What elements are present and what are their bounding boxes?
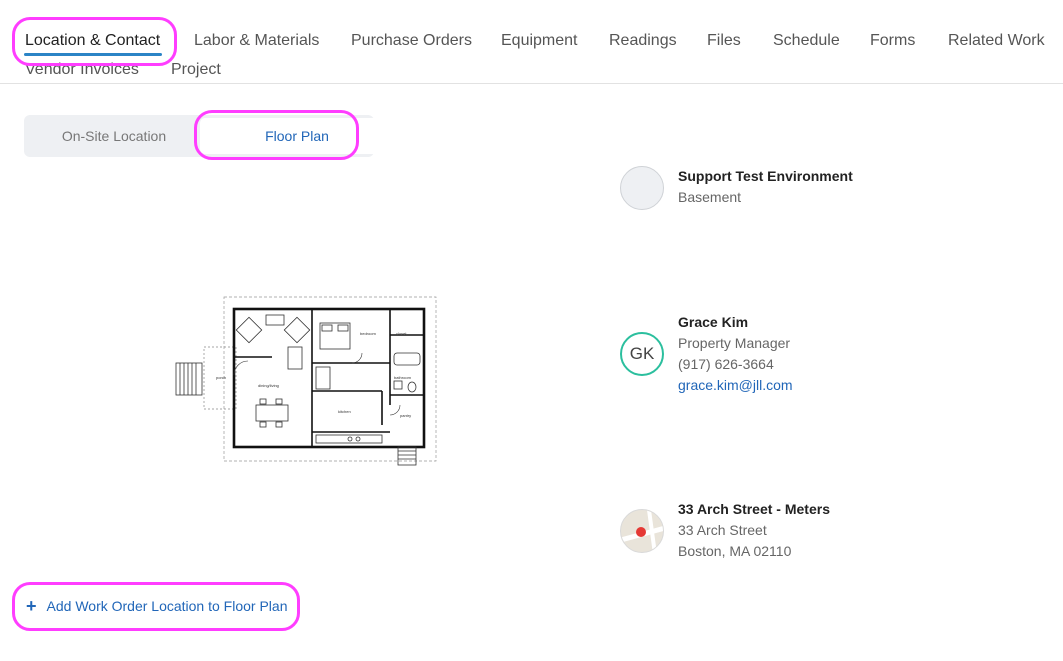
bathroom-label: bathroom	[394, 375, 412, 380]
contact-email-link[interactable]: grace.kim@jll.com	[678, 375, 793, 396]
tab-location-contact[interactable]: Location & Contact	[25, 32, 160, 50]
living-label: dining/living	[258, 383, 279, 388]
bedroom-label: bedroom	[360, 331, 376, 336]
kitchen-label: kitchen	[338, 409, 351, 414]
location-avatar	[620, 166, 664, 210]
tab-project[interactable]: Project	[171, 61, 221, 79]
tab-files[interactable]: Files	[707, 32, 741, 50]
porch-stairs	[175, 362, 203, 396]
tab-purchase-orders[interactable]: Purchase Orders	[351, 32, 472, 50]
add-location-label: Add Work Order Location to Floor Plan	[46, 598, 288, 614]
contact-avatar: GK	[620, 332, 664, 376]
address-line1: 33 Arch Street	[678, 522, 767, 538]
tab-bar: Location & Contact Labor & Materials Pur…	[0, 0, 1063, 84]
tab-related-work[interactable]: Related Work	[948, 32, 1045, 50]
active-tab-indicator	[24, 53, 162, 56]
location-name: Support Test Environment	[678, 168, 853, 184]
bedroom-furniture	[319, 322, 351, 350]
pantry-label: pantry	[400, 413, 411, 418]
contact-phone[interactable]: (917) 626-3664	[678, 354, 793, 375]
address-line2: Boston, MA 02110	[678, 543, 792, 559]
view-toggle: On-Site Location Floor Plan	[24, 115, 394, 157]
floor-plan-image: porch dining/living bedroom closet bathr…	[175, 296, 437, 466]
tab-readings[interactable]: Readings	[609, 32, 677, 50]
bathroom-fixtures	[393, 352, 421, 393]
onsite-location-option[interactable]: On-Site Location	[24, 115, 204, 157]
contact-role: Property Manager	[678, 335, 791, 351]
closet-label: closet	[396, 331, 407, 336]
add-work-order-location-button[interactable]: + Add Work Order Location to Floor Plan	[26, 596, 287, 617]
tab-labor-materials[interactable]: Labor & Materials	[194, 32, 319, 50]
tab-equipment[interactable]: Equipment	[501, 32, 578, 50]
location-subtitle: Basement	[678, 189, 742, 205]
tab-vendor-invoices[interactable]: Vendor Invoices	[25, 61, 139, 79]
back-stairs	[397, 446, 417, 466]
map-thumbnail	[620, 509, 664, 553]
address-title: 33 Arch Street - Meters	[678, 501, 830, 517]
contact-name: Grace Kim	[678, 314, 749, 330]
living-furniture	[235, 314, 311, 428]
tab-schedule[interactable]: Schedule	[773, 32, 840, 50]
floor-plan-option[interactable]: Floor Plan	[200, 118, 394, 154]
plus-icon: +	[26, 596, 37, 616]
map-pin-icon	[621, 510, 663, 552]
tab-forms[interactable]: Forms	[870, 32, 915, 50]
porch-label: porch	[216, 375, 226, 380]
